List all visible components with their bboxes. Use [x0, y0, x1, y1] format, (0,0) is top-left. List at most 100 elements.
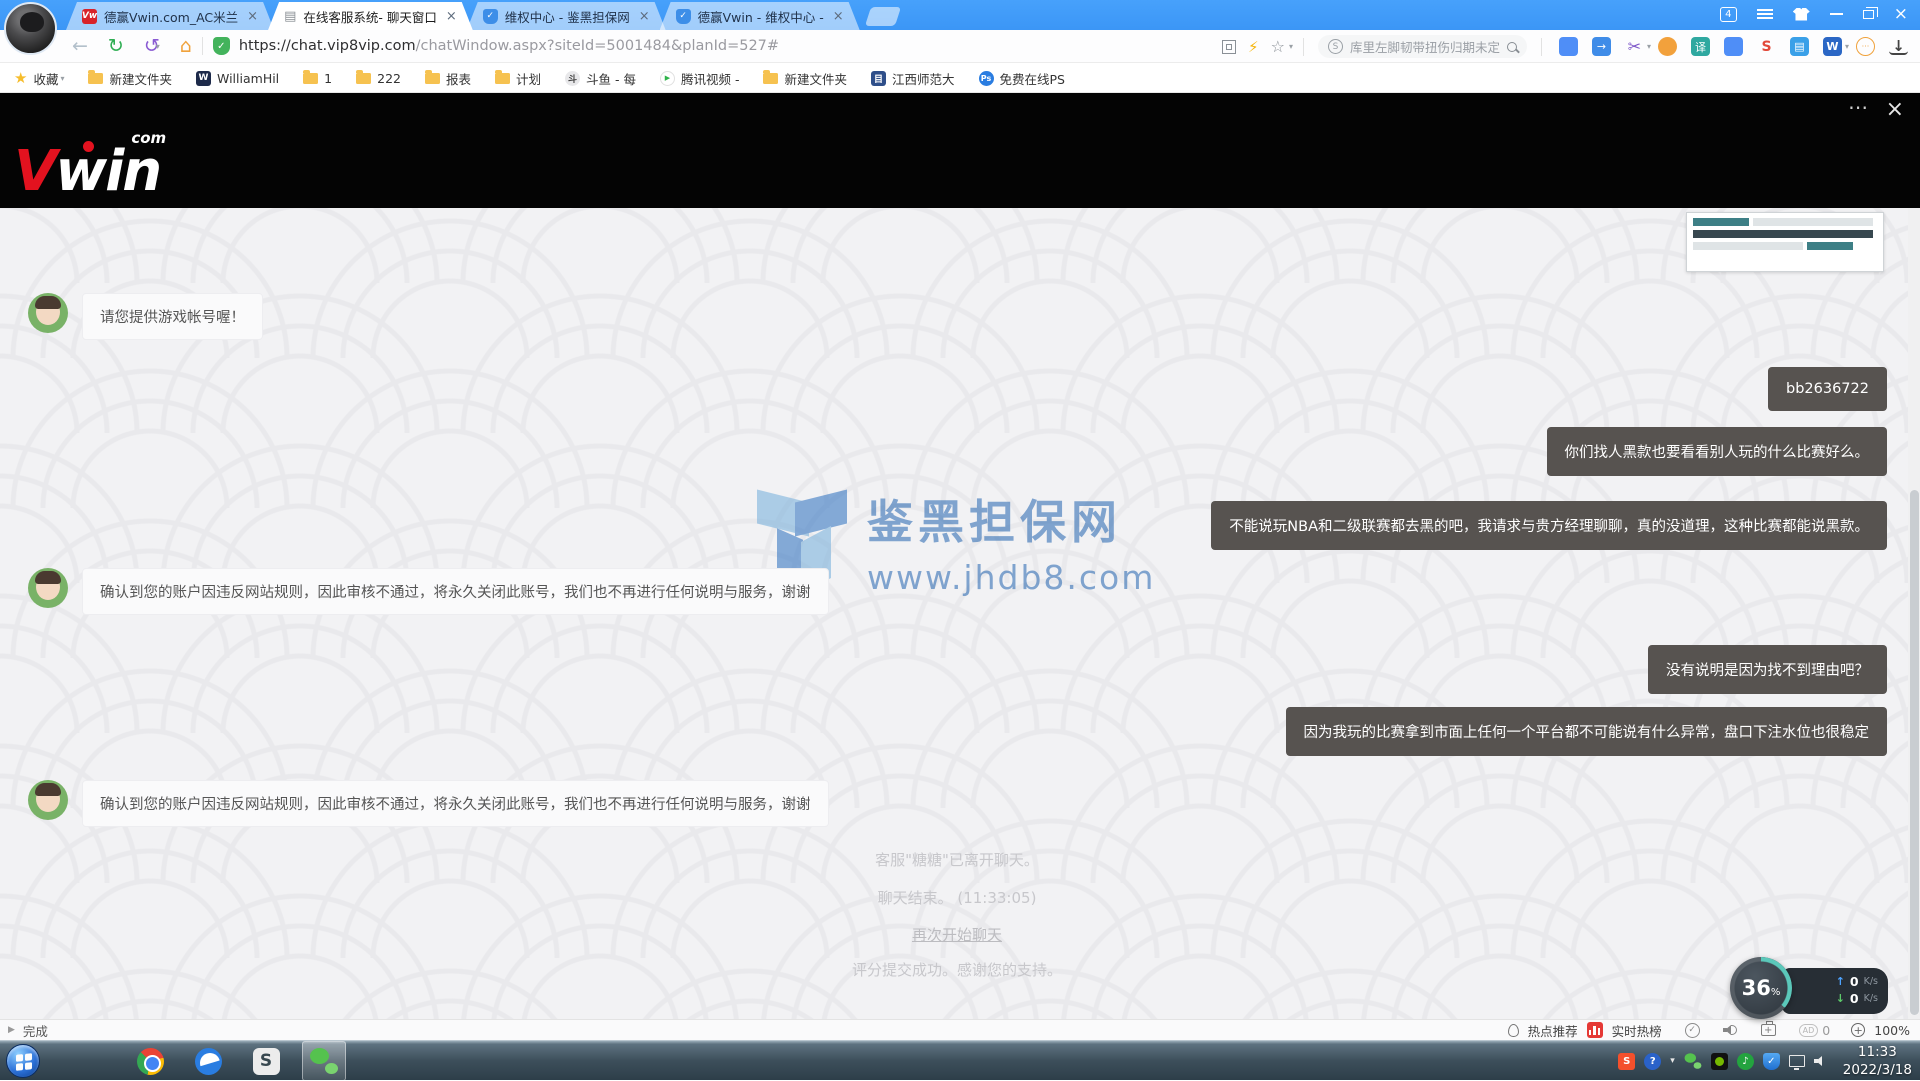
memory-usage-ball[interactable]: 36 %: [1730, 957, 1792, 1019]
download-icon[interactable]: ↓: [1889, 38, 1908, 55]
tab-vwin-site[interactable]: Vw 德赢Vwin.com_AC米兰 ×: [66, 2, 274, 30]
security-check-icon[interactable]: ✓: [1685, 1023, 1700, 1038]
volume-icon[interactable]: [1814, 1055, 1828, 1067]
refresh-button[interactable]: ↻: [108, 37, 124, 56]
hot-rank-button[interactable]: 实时热榜: [1612, 1021, 1662, 1040]
password-key-icon[interactable]: [1658, 37, 1677, 56]
network-icon[interactable]: [1789, 1055, 1805, 1067]
pages-copy-icon[interactable]: ▤: [1790, 37, 1809, 56]
help-icon[interactable]: ?: [1644, 1053, 1661, 1070]
thumb-graphic: [1753, 218, 1873, 226]
agent-avatar: [28, 293, 68, 333]
windows-taskbar: S S ? ▾ ♪ ✓ 11:33 2022/3/18: [0, 1040, 1920, 1080]
qr-code-icon[interactable]: [1222, 40, 1236, 54]
star-icon: ★: [14, 69, 27, 87]
search-icon[interactable]: [1507, 42, 1517, 52]
bookmarks-bar: ★收藏▾ 新建文件夹 WWilliamHil 1 222 报表 计划 斗斗鱼 -…: [0, 64, 1920, 93]
browser-profile-avatar[interactable]: [4, 2, 57, 55]
hot-flame-icon[interactable]: [1508, 1024, 1519, 1037]
green-audio-icon[interactable]: ♪: [1737, 1053, 1754, 1070]
tab-close-icon[interactable]: ×: [444, 9, 459, 24]
watermark-url: www.jhdb8.com: [867, 558, 1155, 597]
uploaded-image-thumbnail[interactable]: [1686, 212, 1884, 272]
sogou-input-icon[interactable]: S: [1618, 1053, 1635, 1070]
tab-chat-window[interactable]: ▤ 在线客服系统- 聊天窗口 ×: [268, 2, 473, 30]
hot-rank-icon[interactable]: [1587, 1022, 1603, 1038]
tab-count-badge[interactable]: 4: [1720, 7, 1737, 22]
restart-chat-link[interactable]: 再次开始聊天: [912, 926, 1002, 944]
toolbar-divider: [1303, 38, 1304, 56]
scrollbar-thumb[interactable]: [1910, 490, 1919, 1015]
user-message-bubble: 你们找人黑款也要看看别人玩的什么比赛好么。: [1547, 427, 1888, 476]
bookmark-folder[interactable]: 计划: [495, 69, 541, 88]
restore-button[interactable]: [1863, 10, 1874, 19]
menu-icon[interactable]: [1757, 9, 1773, 19]
chat-close-icon[interactable]: ×: [1886, 97, 1904, 122]
home-button[interactable]: ⌂: [180, 37, 192, 56]
network-speed-panel[interactable]: ↑0K/s ↓0K/s: [1782, 968, 1888, 1014]
bookmark-folder[interactable]: 新建文件夹: [88, 69, 172, 88]
bookmark-williamhill[interactable]: WWilliamHil: [196, 71, 279, 86]
word-plugin-icon[interactable]: W: [1823, 37, 1842, 56]
site-security-shield-icon[interactable]: ✓: [213, 37, 230, 55]
screenshot-scissors-icon[interactable]: ✂: [1625, 37, 1644, 56]
taskbar-chrome[interactable]: [128, 1041, 172, 1081]
mute-speaker-icon[interactable]: [1723, 1024, 1738, 1036]
flash-boost-icon[interactable]: ⚡: [1248, 38, 1259, 56]
bookmark-tencent-video[interactable]: ▶腾讯视频 -: [660, 69, 739, 88]
bookmark-folder[interactable]: 222: [356, 71, 401, 86]
qq-security-shield-icon[interactable]: ✓: [1763, 1053, 1780, 1070]
address-bar[interactable]: https://chat.vip8vip.com/chatWindow.aspx…: [239, 38, 779, 54]
undo-caret-icon[interactable]: ▾: [156, 42, 160, 51]
new-tab-button[interactable]: [865, 7, 901, 26]
extension-puzzle-icon[interactable]: [1724, 37, 1743, 56]
zoom-in-icon[interactable]: +: [1851, 1023, 1865, 1037]
hot-recommend-button[interactable]: 热点推荐: [1528, 1021, 1578, 1040]
extension-puzzle-icon[interactable]: [1559, 37, 1578, 56]
tab-close-icon[interactable]: ×: [831, 9, 846, 24]
bookmark-folder[interactable]: 1: [303, 71, 332, 86]
tab-close-icon[interactable]: ×: [637, 9, 652, 24]
start-button[interactable]: [6, 1044, 40, 1078]
tab-weiquan-center[interactable]: ✓ 维权中心 - 鉴黑担保网 ×: [467, 2, 666, 30]
system-tray: S ? ▾ ♪ ✓ 11:33 2022/3/18: [1618, 1041, 1912, 1081]
system-notice: 评分提交成功。感谢您的支持。: [0, 959, 1914, 980]
chrome-icon: [137, 1048, 164, 1075]
tab-vwin-weiquan[interactable]: ✓ 德赢Vwin - 维权中心 - ×: [660, 2, 860, 30]
taskbar-clock[interactable]: 11:33 2022/3/18: [1843, 1043, 1912, 1079]
word-caret-icon[interactable]: ▾: [1845, 42, 1849, 51]
bookmark-favorites[interactable]: ★收藏▾: [14, 69, 64, 88]
ad-block-counter[interactable]: AD0: [1799, 1023, 1831, 1038]
star-caret-icon[interactable]: ▾: [1289, 42, 1293, 51]
bookmark-folder[interactable]: 新建文件夹: [763, 69, 847, 88]
taskbar-sogou-browser[interactable]: [186, 1041, 230, 1081]
bookmark-jxnu[interactable]: 目江西师范大: [871, 69, 955, 88]
bookmark-online-ps[interactable]: Ps免费在线PS: [979, 69, 1065, 88]
taskbar-skype[interactable]: S: [244, 1041, 288, 1081]
page-scrollbar[interactable]: [1908, 208, 1920, 1019]
user-message-bubble: 因为我玩的比赛拿到市面上任何一个平台都不可能说有什么异常，盘口下注水位也很稳定: [1286, 707, 1888, 756]
quick-search-box[interactable]: S 库里左脚韧带扭伤归期未定: [1318, 35, 1527, 58]
scissors-caret-icon[interactable]: ▾: [1647, 42, 1651, 51]
add-tool-icon[interactable]: +: [1761, 1024, 1776, 1036]
account-login-icon[interactable]: →: [1592, 37, 1611, 56]
close-window-button[interactable]: ×: [1894, 6, 1908, 23]
back-button[interactable]: ←: [72, 37, 88, 56]
skin-theme-icon[interactable]: [1793, 8, 1810, 21]
s-plugin-icon[interactable]: S: [1757, 37, 1776, 56]
proxy-dots-icon[interactable]: ···: [1856, 37, 1875, 56]
hidden-icons-expander[interactable]: ▾: [1670, 1056, 1675, 1066]
tab-close-icon[interactable]: ×: [245, 9, 260, 24]
bookmark-douyu[interactable]: 斗斗鱼 - 每: [565, 69, 636, 88]
favorite-star-icon[interactable]: ☆: [1271, 37, 1285, 56]
nvidia-icon[interactable]: [1711, 1053, 1728, 1070]
chat-more-icon[interactable]: ⋯: [1848, 95, 1868, 119]
translate-icon[interactable]: 译: [1691, 37, 1710, 56]
taskbar-wechat-active[interactable]: [302, 1041, 346, 1081]
bookmark-folder[interactable]: 报表: [425, 69, 471, 88]
tab-title: 在线客服系统- 聊天窗口: [303, 7, 436, 26]
minimize-button[interactable]: [1830, 13, 1843, 15]
search-suggestion-text[interactable]: 库里左脚韧带扭伤归期未定: [1350, 37, 1500, 56]
wechat-tray-icon[interactable]: [1684, 1053, 1701, 1069]
zoom-level[interactable]: 100%: [1874, 1023, 1910, 1038]
